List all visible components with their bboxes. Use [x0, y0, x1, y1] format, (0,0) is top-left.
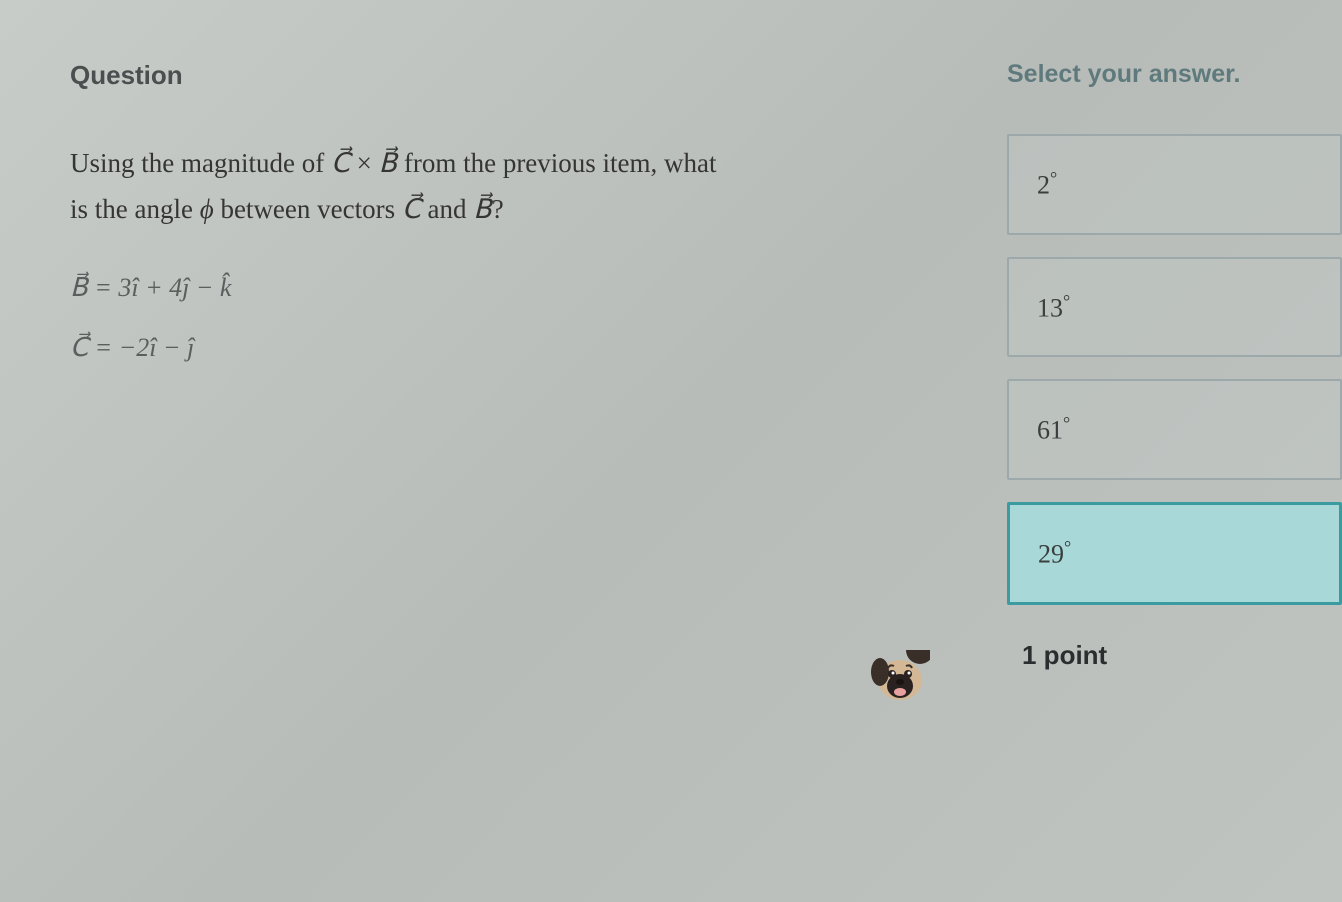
answer-panel: Select your answer. 2° 13° 61° 29° 1 poi…	[1007, 60, 1342, 902]
text-prefix-1: Using the magnitude of	[70, 148, 331, 178]
vector-b-1: B⃗	[379, 148, 398, 178]
vector-b-2: B⃗	[473, 194, 492, 224]
answer-option-4[interactable]: 29°	[1007, 502, 1342, 605]
vector-c-2: C⃗	[402, 194, 421, 224]
degree-1: °	[1050, 168, 1057, 188]
equation-b: B⃗ = 3î + 4ĵ − k̂	[70, 273, 967, 303]
answer-value-3: 61	[1037, 416, 1063, 445]
pug-icon	[870, 650, 930, 720]
phi-symbol: ϕ	[200, 194, 214, 224]
question-heading: Question	[70, 60, 967, 91]
question-text: Using the magnitude of C⃗ × B⃗ from the …	[70, 141, 967, 233]
main-container: Question Using the magnitude of C⃗ × B⃗ …	[0, 0, 1342, 902]
answer-option-3[interactable]: 61°	[1007, 379, 1342, 480]
answer-value-1: 2	[1037, 171, 1050, 200]
degree-2: °	[1063, 291, 1070, 311]
answer-option-2[interactable]: 13°	[1007, 257, 1342, 358]
answer-value-4: 29	[1038, 540, 1064, 569]
question-panel: Question Using the magnitude of C⃗ × B⃗ …	[70, 60, 1007, 902]
text-and: and	[421, 194, 473, 224]
degree-3: °	[1063, 413, 1070, 433]
vector-c-1: C⃗	[331, 148, 350, 178]
text-suffix-2: ?	[492, 194, 504, 224]
text-suffix-1: from the previous item, what	[397, 148, 716, 178]
answer-heading: Select your answer.	[1007, 60, 1342, 89]
degree-4: °	[1064, 537, 1071, 557]
points-label: 1 point	[1022, 640, 1342, 671]
answer-option-1[interactable]: 2°	[1007, 134, 1342, 235]
times-symbol: ×	[350, 148, 379, 178]
equation-c: C⃗ = −2î − ĵ	[70, 333, 967, 363]
answer-value-2: 13	[1037, 293, 1063, 322]
text-prefix-2: is the angle	[70, 194, 200, 224]
text-mid-2: between vectors	[214, 194, 402, 224]
